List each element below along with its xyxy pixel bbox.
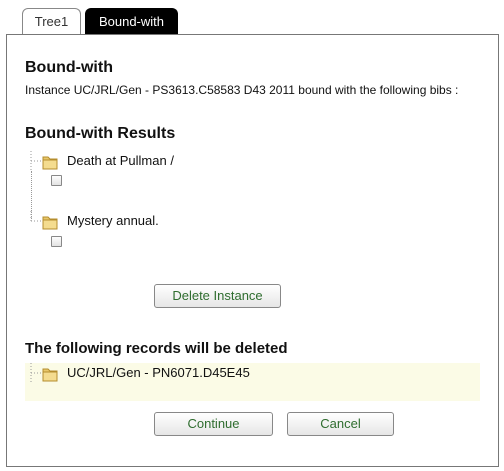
folder-icon (42, 156, 58, 170)
tab-tree1[interactable]: Tree1 (22, 8, 81, 34)
deleted-records-title: The following records will be deleted (25, 340, 288, 357)
deleted-records-box: UC/JRL/Gen - PN6071.D45E45 (25, 363, 480, 401)
folder-icon (42, 216, 58, 230)
result-checkbox-2[interactable] (51, 236, 62, 247)
folder-icon (42, 368, 58, 382)
result-label[interactable]: Death at Pullman / (67, 153, 174, 168)
section-title: Bound-with (25, 59, 113, 76)
result-checkbox-1[interactable] (51, 175, 62, 186)
cancel-button[interactable]: Cancel (287, 412, 394, 436)
instance-description: Instance UC/JRL/Gen - PS3613.C58583 D43 … (25, 83, 459, 97)
tab-bound-with[interactable]: Bound-with (85, 8, 178, 34)
result-label[interactable]: Mystery annual. (67, 213, 159, 228)
continue-button[interactable]: Continue (154, 412, 273, 436)
results-title: Bound-with Results (25, 125, 176, 142)
deleted-record-label: UC/JRL/Gen - PN6071.D45E45 (67, 365, 250, 380)
delete-instance-button[interactable]: Delete Instance (154, 284, 281, 308)
bound-with-panel: Bound-with Instance UC/JRL/Gen - PS3613.… (6, 34, 499, 467)
